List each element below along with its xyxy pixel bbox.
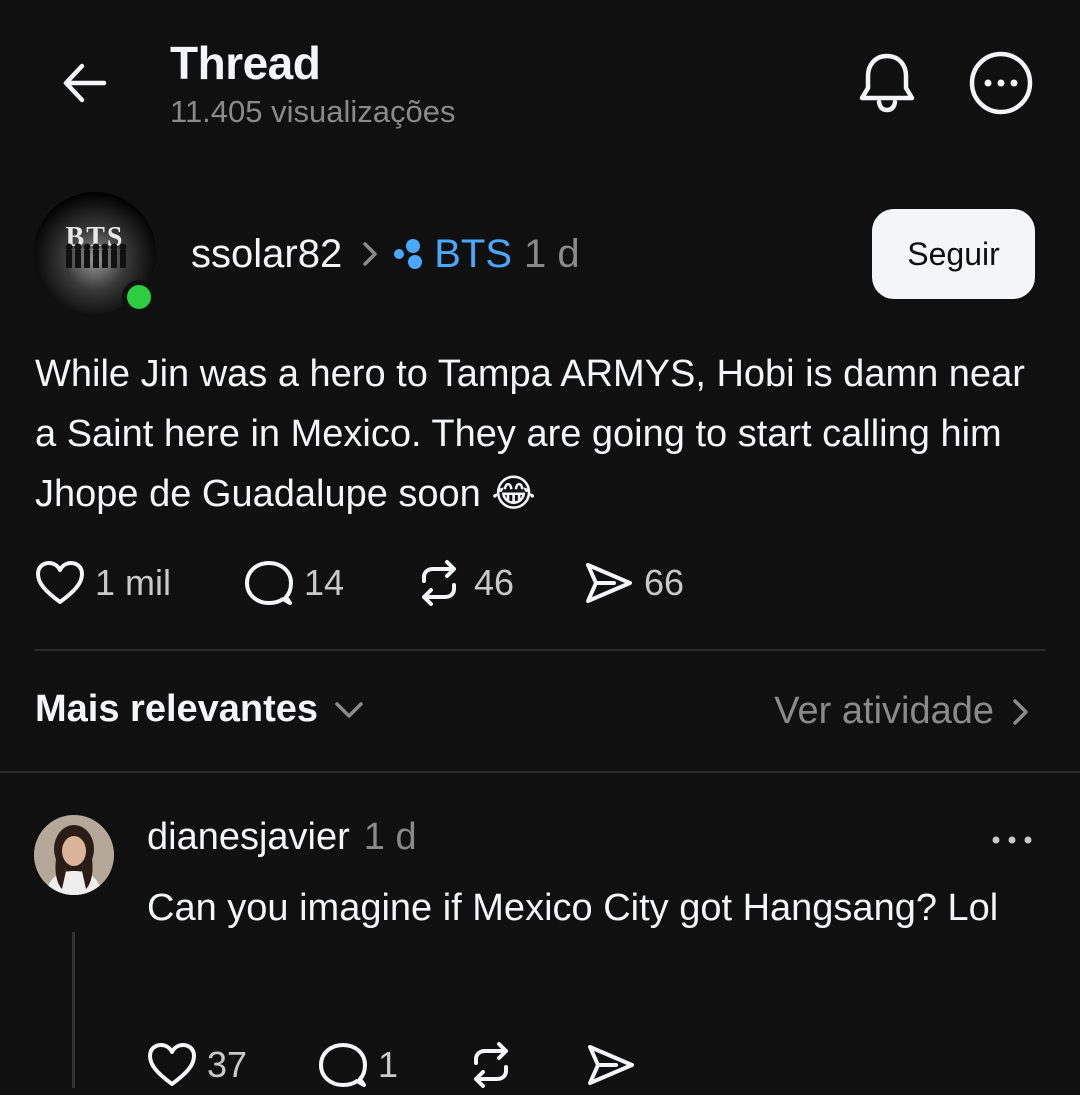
reply-like-button[interactable]: 37 (147, 1035, 247, 1095)
author-username[interactable]: ssolar82 (191, 232, 342, 277)
bell-icon (859, 53, 915, 113)
divider (0, 771, 1080, 773)
more-options-button[interactable] (968, 50, 1034, 116)
notifications-button[interactable] (856, 50, 918, 114)
comment-count: 14 (304, 562, 345, 603)
profile-photo (34, 815, 114, 895)
reply-avatar[interactable] (34, 815, 114, 895)
repost-icon (422, 560, 456, 606)
reply-username[interactable]: dianesjavier (147, 816, 350, 859)
like-button[interactable]: 1 mil (35, 553, 171, 613)
more-horizontal-icon (992, 836, 1032, 844)
reply-meta: dianesjavier 1 d (147, 816, 417, 859)
reply-share-button[interactable] (586, 1035, 636, 1095)
reply-like-count: 37 (207, 1044, 248, 1085)
heart-icon (36, 561, 84, 604)
post-body: While Jin was a hero to Tampa ARMYS, Hob… (35, 353, 1025, 515)
online-status-dot (122, 280, 156, 314)
chevron-down-icon (335, 701, 363, 718)
comment-button[interactable]: 14 (244, 553, 344, 613)
repost-icon (474, 1042, 508, 1088)
chevron-right-icon (362, 241, 378, 267)
post-meta: ssolar82 BTS 1 d (191, 226, 580, 282)
reply-comment-count: 1 (378, 1044, 399, 1085)
reply-comment-button[interactable]: 1 (318, 1035, 398, 1095)
sort-dropdown[interactable]: Mais relevantes (35, 688, 366, 731)
sort-label: Mais relevantes (35, 688, 319, 730)
like-count: 1 mil (95, 562, 172, 603)
repost-button[interactable]: 46 (414, 553, 514, 613)
arrow-left-icon (63, 63, 107, 103)
community-name[interactable]: BTS (434, 232, 512, 277)
reply-time: 1 d (363, 816, 417, 858)
divider (34, 649, 1046, 651)
send-icon (588, 1045, 634, 1085)
reply-repost-button[interactable] (466, 1035, 516, 1095)
view-activity-link[interactable]: Ver atividade (774, 690, 1032, 733)
community-icon (392, 237, 426, 271)
reply-body: Can you imagine if Mexico City got Hangs… (147, 887, 999, 929)
heart-icon (148, 1043, 196, 1086)
back-button[interactable] (58, 56, 112, 110)
comment-icon (319, 1043, 367, 1087)
post-time: 1 d (524, 231, 580, 276)
more-circle-icon (969, 51, 1033, 115)
thread-line (72, 932, 75, 1088)
send-icon (586, 563, 632, 603)
share-count: 66 (644, 562, 685, 603)
reply-more-button[interactable] (990, 826, 1034, 854)
share-button[interactable]: 66 (584, 553, 684, 613)
comment-icon (245, 561, 293, 605)
activity-label: Ver atividade (774, 690, 994, 732)
view-count: 11.405 visualizações (170, 94, 456, 129)
chevron-right-icon (1013, 698, 1028, 725)
page-title: Thread (170, 37, 321, 89)
repost-count: 46 (474, 562, 515, 603)
follow-button[interactable]: Seguir (872, 209, 1035, 299)
